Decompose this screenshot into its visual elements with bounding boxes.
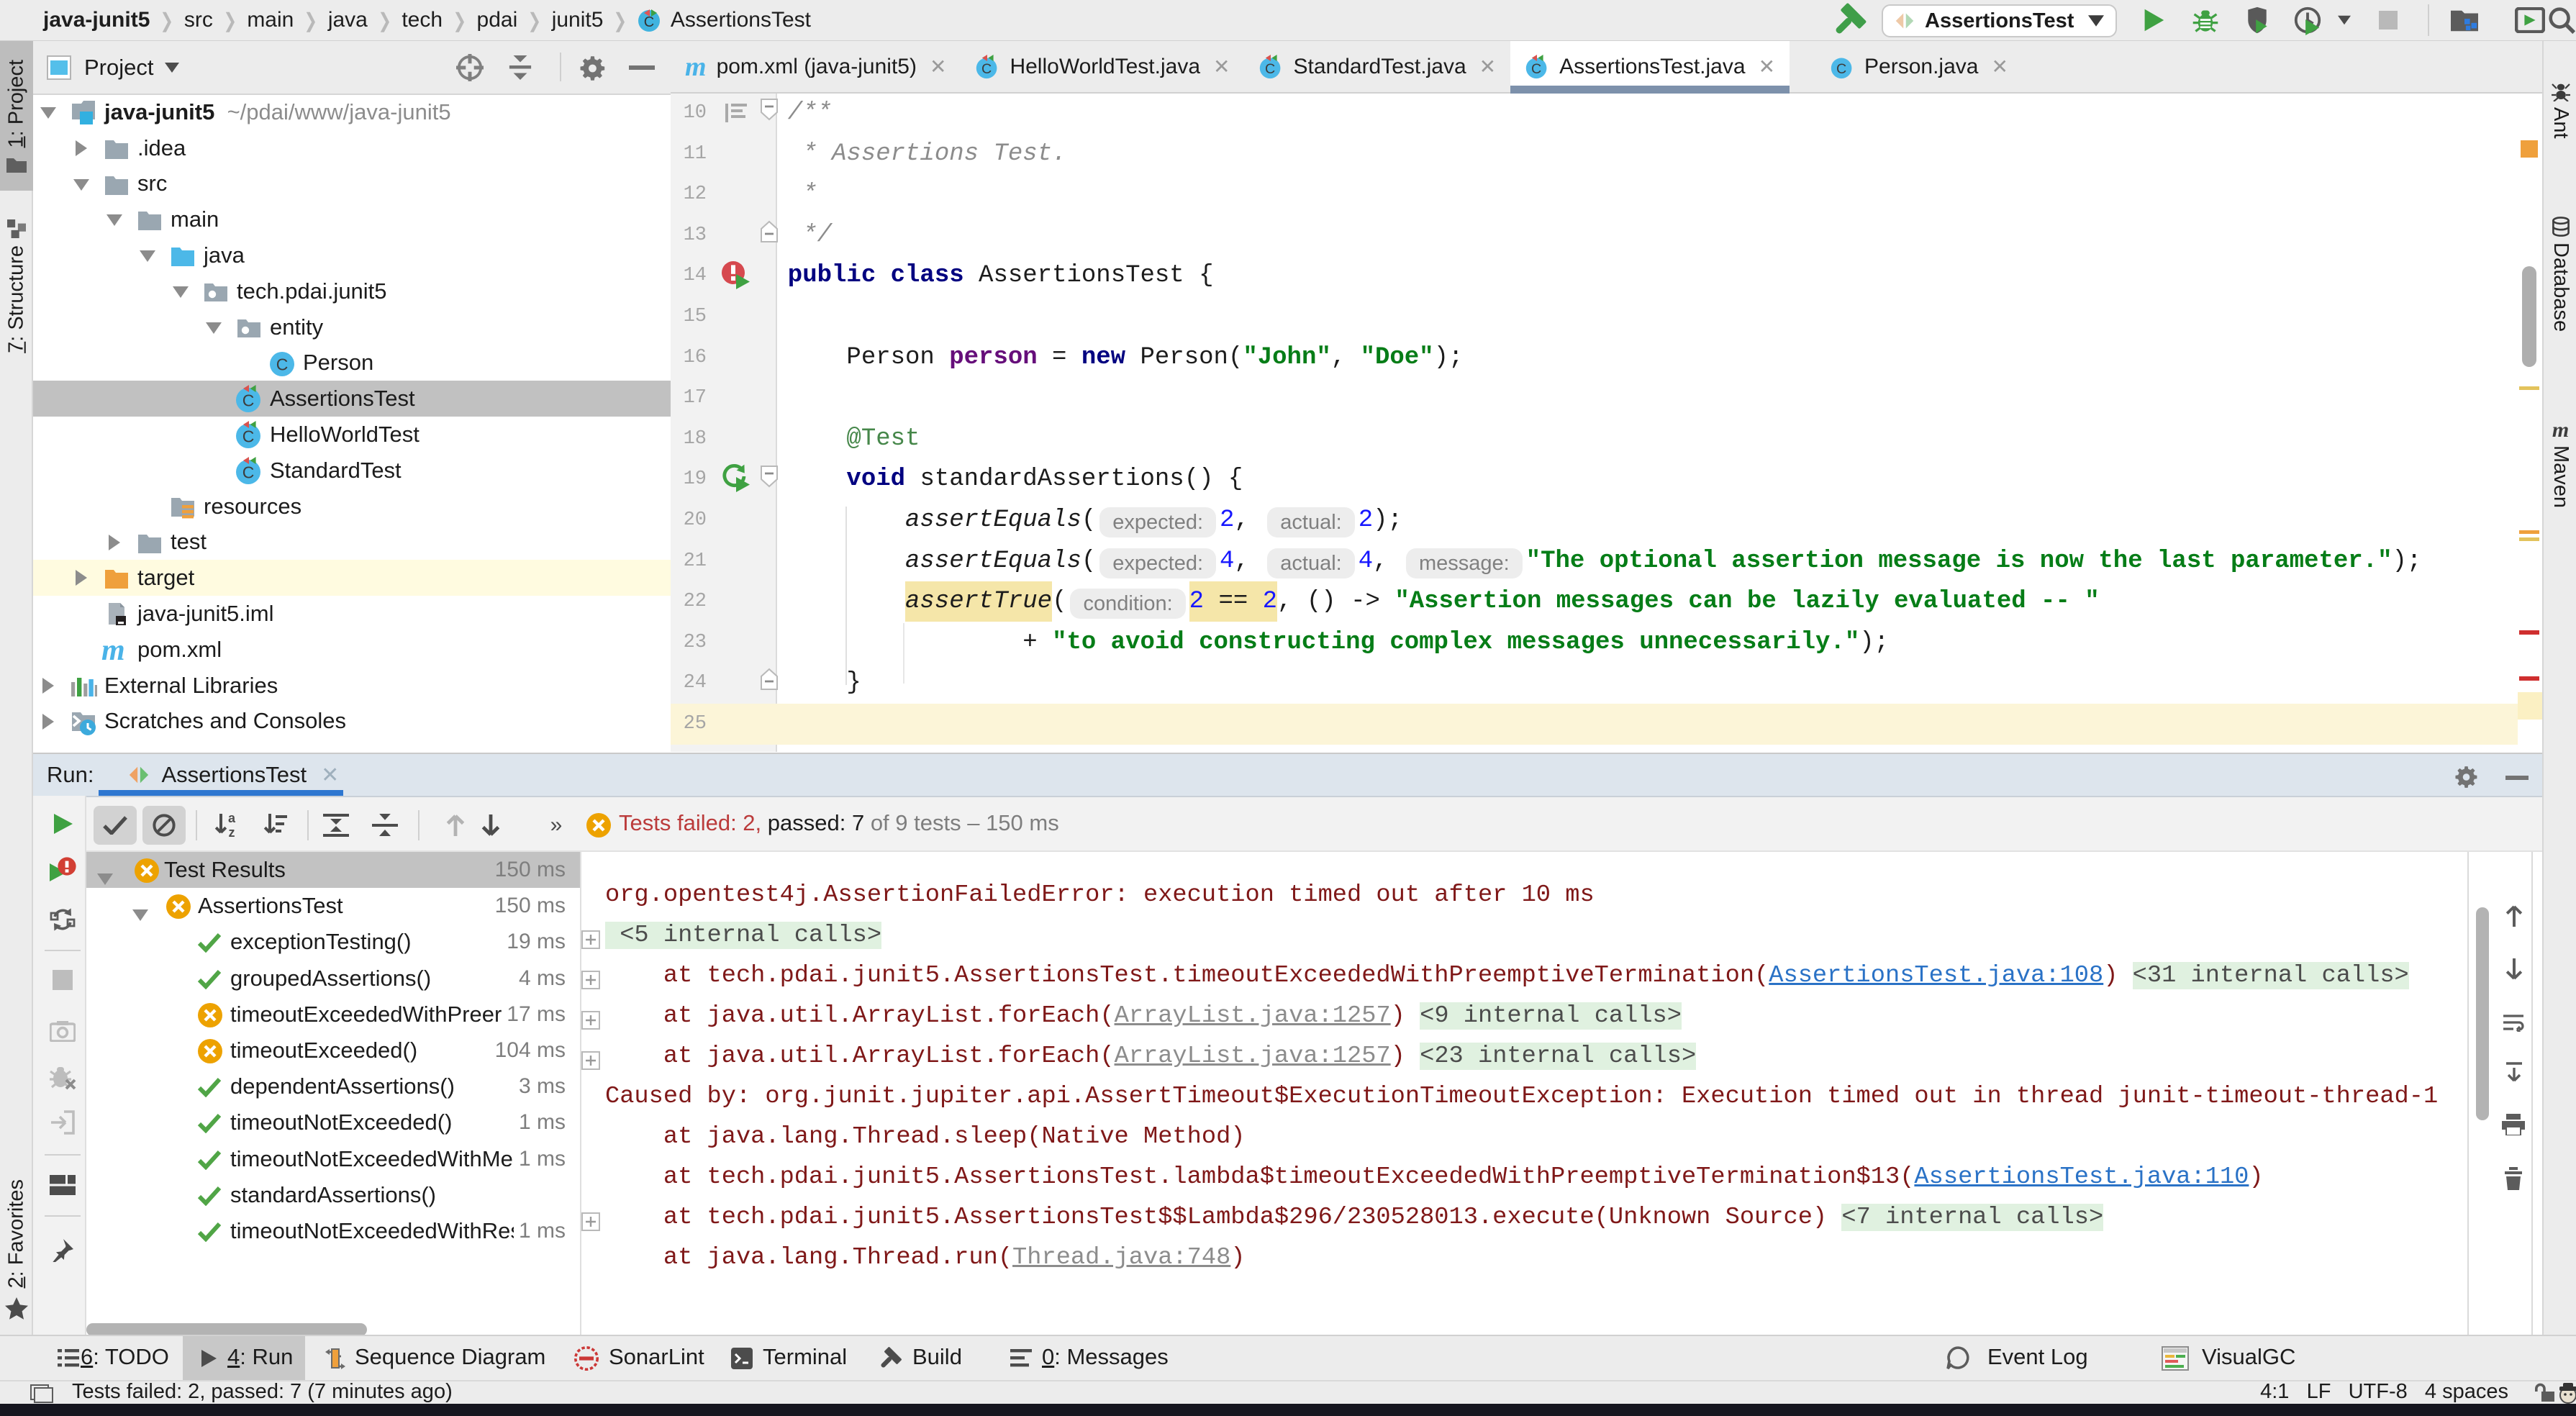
svg-text:C: C — [276, 355, 289, 373]
svg-text:C: C — [242, 463, 255, 481]
svg-text:C: C — [1265, 60, 1275, 76]
svg-text:C: C — [242, 391, 255, 410]
svg-text:C: C — [981, 60, 992, 76]
svg-text:C: C — [1836, 60, 1846, 76]
svg-text:C: C — [242, 427, 255, 445]
svg-text:a: a — [228, 812, 236, 825]
svg-text:C: C — [1531, 60, 1541, 76]
svg-text:z: z — [229, 825, 235, 838]
